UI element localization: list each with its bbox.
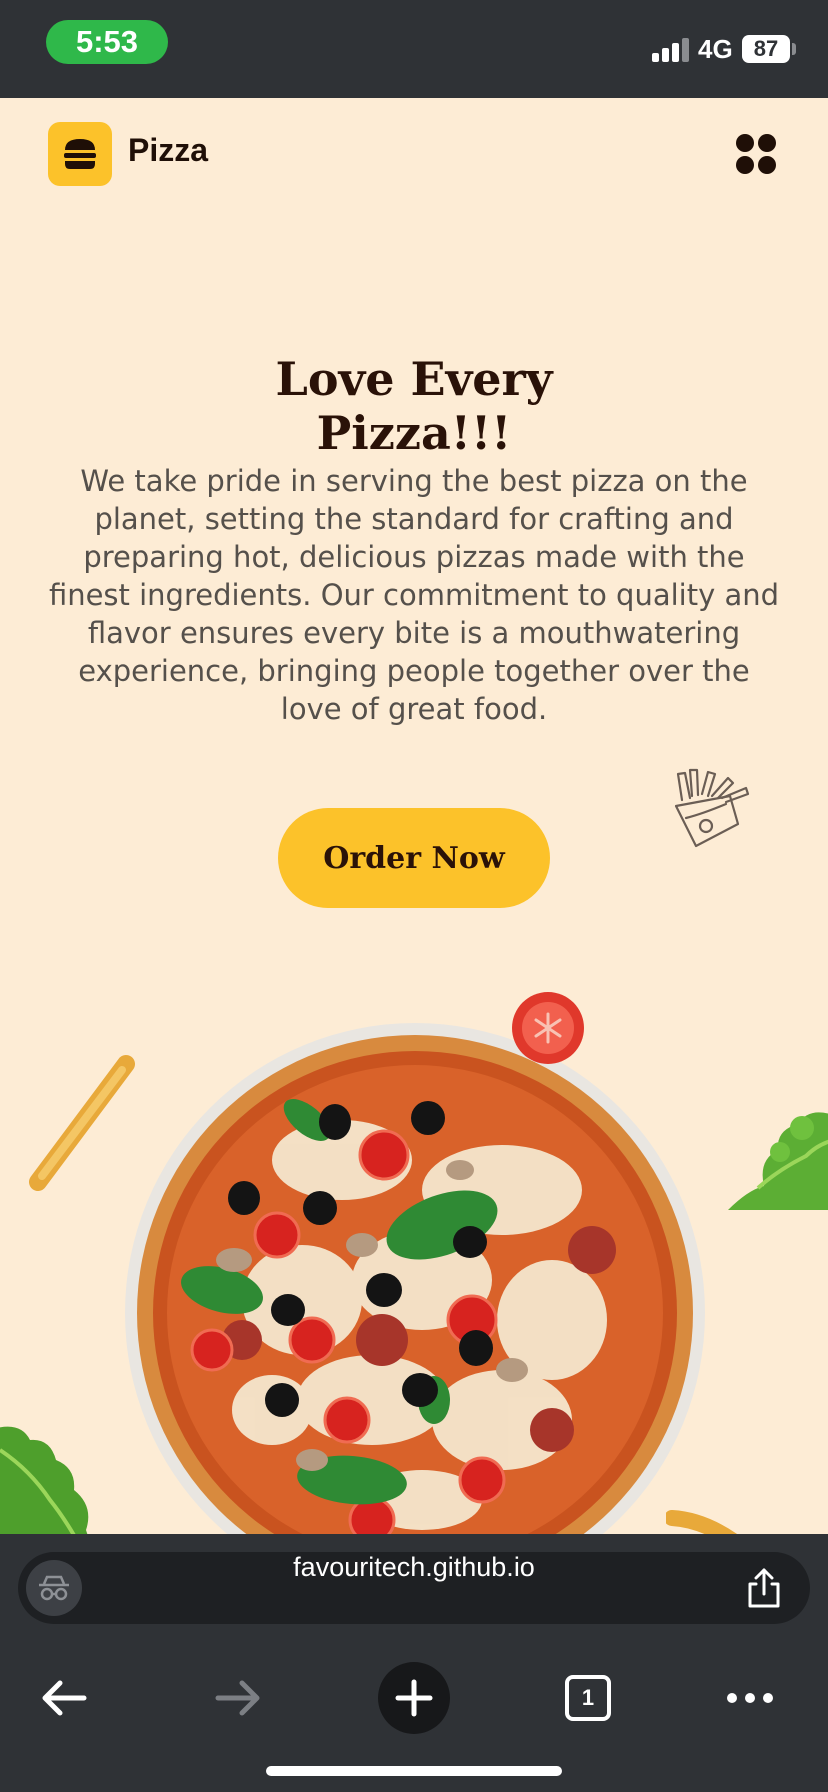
food-illustration — [0, 940, 828, 1534]
more-dots-icon — [727, 1693, 773, 1703]
logo[interactable] — [48, 122, 112, 186]
hero-title-line1: Love Every — [275, 352, 553, 406]
plus-icon — [378, 1662, 450, 1734]
back-button[interactable] — [24, 1658, 104, 1738]
battery-icon: 87 — [742, 35, 790, 63]
hero-title: Love Every Pizza!!! — [0, 352, 828, 460]
order-now-button[interactable]: Order Now — [278, 808, 550, 908]
fries-icon — [674, 768, 750, 848]
status-time: 5:53 — [46, 20, 168, 64]
burger-icon — [64, 139, 96, 169]
address-bar[interactable]: favouritech.github.io — [18, 1552, 810, 1624]
arrow-left-icon — [42, 1680, 87, 1716]
hero-title-line2: Pizza!!! — [316, 406, 512, 460]
home-indicator — [266, 1766, 562, 1776]
url-text[interactable]: favouritech.github.io — [18, 1552, 810, 1624]
brand-name[interactable]: Pizza — [128, 132, 208, 169]
lettuce-icon — [0, 1426, 89, 1534]
tomato-icon — [512, 992, 584, 1064]
pizza-image — [125, 1023, 705, 1534]
four-dots-menu-icon[interactable] — [736, 134, 776, 174]
fry-icon — [29, 1055, 135, 1191]
network-type: 4G — [698, 34, 733, 64]
status-bar: 5:53 4G 87 — [0, 0, 828, 98]
battery-tip — [792, 43, 796, 55]
tabs-button[interactable]: 1 — [548, 1658, 628, 1738]
forward-button[interactable] — [198, 1658, 278, 1738]
hero-description: We take pride in serving the best pizza … — [48, 464, 780, 726]
lettuce-icon — [728, 1112, 828, 1210]
browser-toolbar: favouritech.github.io 1 — [0, 1534, 828, 1792]
new-tab-button[interactable] — [374, 1658, 454, 1738]
more-menu-button[interactable] — [710, 1658, 790, 1738]
arrow-right-icon — [215, 1680, 260, 1716]
browser-nav-row: 1 — [0, 1658, 828, 1738]
share-icon[interactable] — [744, 1566, 784, 1610]
tab-count: 1 — [565, 1675, 611, 1721]
signal-strength-icon — [652, 38, 690, 62]
fry-icon — [666, 1510, 737, 1534]
